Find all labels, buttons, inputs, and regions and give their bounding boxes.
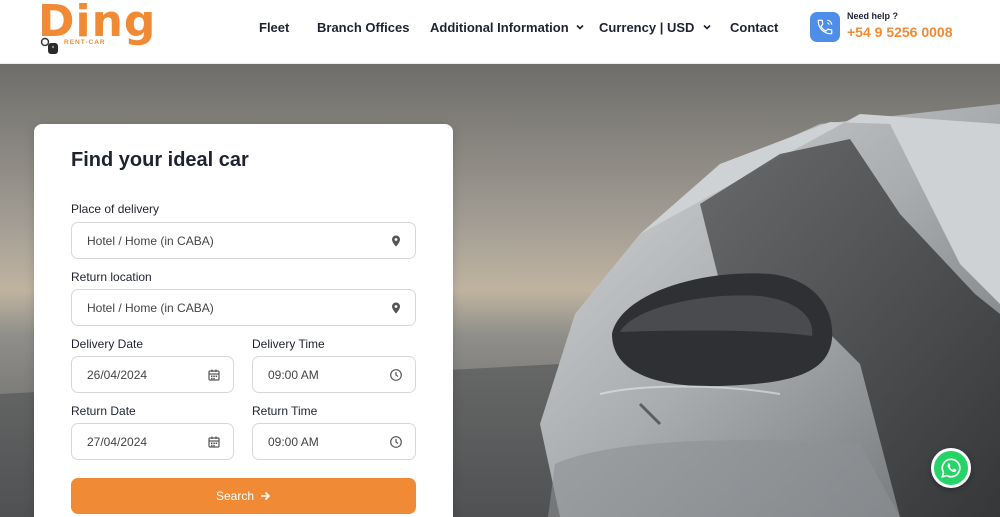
return-date-label: Return Date xyxy=(71,404,136,418)
phone-icon xyxy=(810,12,840,42)
whatsapp-button[interactable] xyxy=(931,448,971,488)
search-button[interactable]: Search xyxy=(71,478,416,514)
nav-additional-information[interactable]: Additional Information xyxy=(430,18,585,36)
location-pin-icon xyxy=(392,235,400,247)
delivery-date-value: 26/04/2024 xyxy=(87,368,148,382)
help-label: Need help ? xyxy=(847,11,899,21)
help-phone-number[interactable]: +54 9 5256 0008 xyxy=(847,24,953,40)
clock-icon xyxy=(390,436,402,448)
return-location-label: Return location xyxy=(71,270,152,284)
car-key-icon xyxy=(40,37,58,54)
calendar-icon xyxy=(208,369,220,381)
return-time-field[interactable]: 09:00 AM xyxy=(252,423,416,460)
delivery-date-field[interactable]: 26/04/2024 xyxy=(71,356,234,393)
delivery-time-value: 09:00 AM xyxy=(268,368,319,382)
return-location-select[interactable]: Hotel / Home (in CABA) xyxy=(71,289,416,326)
delivery-place-label: Place of delivery xyxy=(71,202,160,216)
nav-fleet[interactable]: Fleet xyxy=(259,18,289,36)
nav-contact-label: Contact xyxy=(730,19,779,35)
delivery-date-label: Delivery Date xyxy=(71,337,144,351)
car-search-form: Find your ideal car Place of delivery Ho… xyxy=(34,124,453,517)
calendar-icon xyxy=(208,436,220,448)
search-form-title: Find your ideal car xyxy=(71,149,249,171)
delivery-place-value: Hotel / Home (in CABA) xyxy=(87,234,214,248)
return-time-value: 09:00 AM xyxy=(268,435,319,449)
nav-contact[interactable]: Contact xyxy=(730,18,778,36)
nav-currency[interactable]: Currency | USD xyxy=(599,18,712,36)
search-button-label: Search xyxy=(215,489,255,503)
help-contact[interactable]: Need help ? +54 9 5256 0008 xyxy=(810,10,980,50)
delivery-time-label: Delivery Time xyxy=(252,337,325,351)
arrow-right-icon xyxy=(261,491,271,501)
return-date-value: 27/04/2024 xyxy=(87,435,148,449)
brand-logo[interactable]: Ding RENT-CAR xyxy=(38,0,155,58)
return-time-label: Return Time xyxy=(252,404,318,418)
nav-branch-offices[interactable]: Branch Offices xyxy=(317,18,409,36)
return-location-value: Hotel / Home (in CABA) xyxy=(87,301,214,315)
chevron-down-icon xyxy=(576,24,584,30)
return-date-field[interactable]: 27/04/2024 xyxy=(71,423,234,460)
whatsapp-icon xyxy=(941,458,961,478)
nav-fleet-label: Fleet xyxy=(259,19,290,35)
location-pin-icon xyxy=(392,302,400,314)
nav-additional-information-label: Additional Information xyxy=(430,19,569,35)
nav-branch-offices-label: Branch Offices xyxy=(317,19,410,35)
site-header: Ding RENT-CAR Fleet Branch Offices Addit… xyxy=(0,0,1000,64)
chevron-down-icon xyxy=(703,24,711,30)
delivery-time-field[interactable]: 09:00 AM xyxy=(252,356,416,393)
clock-icon xyxy=(390,369,402,381)
delivery-place-select[interactable]: Hotel / Home (in CABA) xyxy=(71,222,416,259)
nav-currency-label: Currency | USD xyxy=(599,19,695,35)
brand-tagline: RENT-CAR xyxy=(64,39,106,46)
